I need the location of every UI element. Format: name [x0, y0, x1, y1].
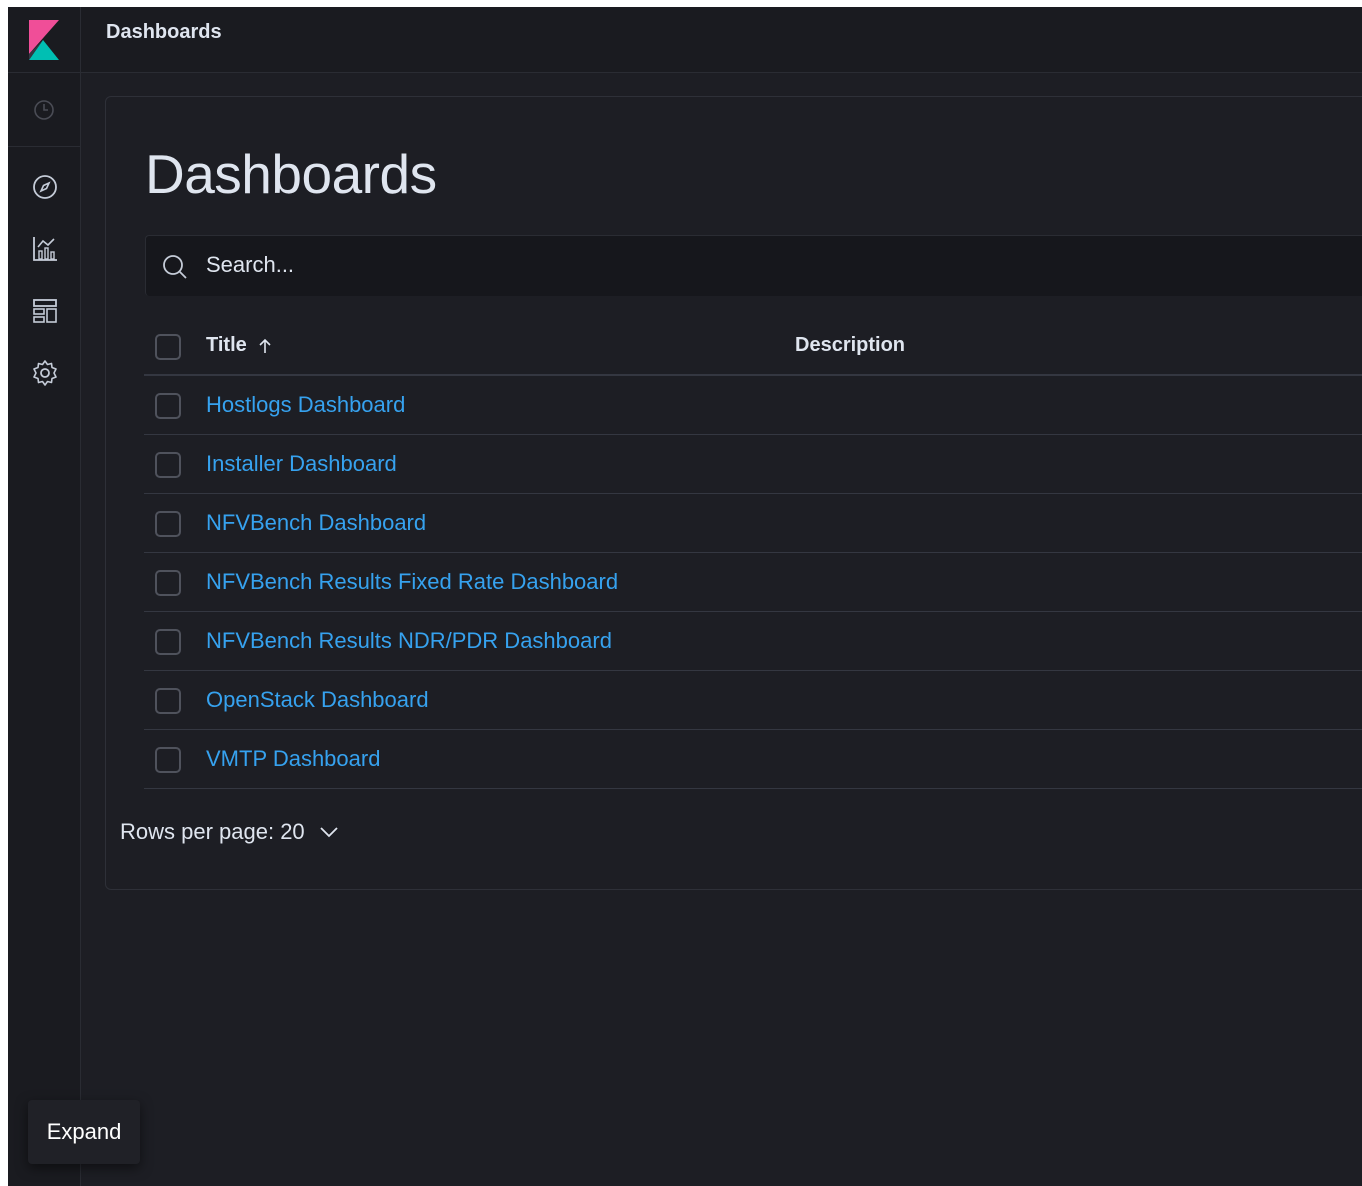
search-input[interactable] [206, 250, 1306, 280]
column-title-label: Title [206, 334, 247, 356]
rows-per-page-button[interactable]: Rows per page: 20 [120, 819, 339, 845]
nav-item-recent[interactable] [8, 73, 80, 147]
table-row: NFVBench Results Fixed Rate Dashboard [144, 553, 1362, 612]
breadcrumb[interactable]: Dashboards [106, 21, 222, 44]
top-header: Dashboards [8, 7, 1362, 73]
row-checkbox[interactable] [155, 511, 181, 537]
nav-item-management[interactable] [8, 353, 81, 393]
dashboard-link[interactable]: NFVBench Dashboard [206, 510, 426, 536]
side-nav [8, 73, 81, 1186]
kibana-app: Dashboards Dashboards Search... Title De… [8, 7, 1362, 1186]
row-checkbox[interactable] [155, 570, 181, 596]
table-row: VMTP Dashboard [144, 730, 1362, 789]
dashboard-link[interactable]: NFVBench Results NDR/PDR Dashboard [206, 628, 612, 654]
gear-icon [32, 360, 57, 386]
clock-icon [34, 99, 54, 120]
column-header-description[interactable]: Description [795, 334, 905, 357]
visualize-icon [32, 237, 57, 261]
kibana-logo-icon [29, 20, 59, 60]
table-row: NFVBench Results NDR/PDR Dashboard [144, 612, 1362, 671]
table-row: Hostlogs Dashboard [144, 376, 1362, 435]
dashboard-link[interactable]: Installer Dashboard [206, 451, 397, 477]
nav-item-dashboard[interactable] [8, 291, 81, 331]
table-row: NFVBench Dashboard [144, 494, 1362, 553]
sort-ascending-icon [259, 338, 271, 353]
table-row: Installer Dashboard [144, 435, 1362, 494]
row-checkbox[interactable] [155, 747, 181, 773]
dashboard-link[interactable]: NFVBench Results Fixed Rate Dashboard [206, 569, 618, 595]
select-all-checkbox[interactable] [155, 334, 181, 360]
rows-per-page-label: Rows per page: 20 [120, 819, 305, 844]
page-title: Dashboards [145, 143, 437, 205]
row-checkbox[interactable] [155, 393, 181, 419]
table-row: OpenStack Dashboard [144, 671, 1362, 730]
dashboards-panel: Dashboards Title Description [105, 96, 1362, 890]
dashboard-link[interactable]: OpenStack Dashboard [206, 687, 429, 713]
column-header-title[interactable]: Title [206, 334, 273, 357]
compass-icon [32, 175, 57, 199]
expand-nav-button[interactable]: Expand [28, 1100, 140, 1164]
dashboards-table: Title Description Hostlogs Dashboard Ins… [144, 317, 1362, 789]
row-checkbox[interactable] [155, 452, 181, 478]
dashboard-icon [32, 299, 57, 323]
nav-item-visualize[interactable] [8, 229, 81, 269]
search-bar[interactable] [145, 235, 1362, 296]
dashboard-link[interactable]: Hostlogs Dashboard [206, 392, 405, 418]
chevron-down-icon [320, 827, 338, 838]
row-checkbox[interactable] [155, 629, 181, 655]
search-icon [163, 255, 187, 279]
nav-item-discover[interactable] [8, 167, 81, 207]
kibana-logo[interactable] [8, 7, 81, 73]
row-checkbox[interactable] [155, 688, 181, 714]
dashboard-link[interactable]: VMTP Dashboard [206, 746, 380, 772]
table-header: Title Description [144, 317, 1362, 376]
